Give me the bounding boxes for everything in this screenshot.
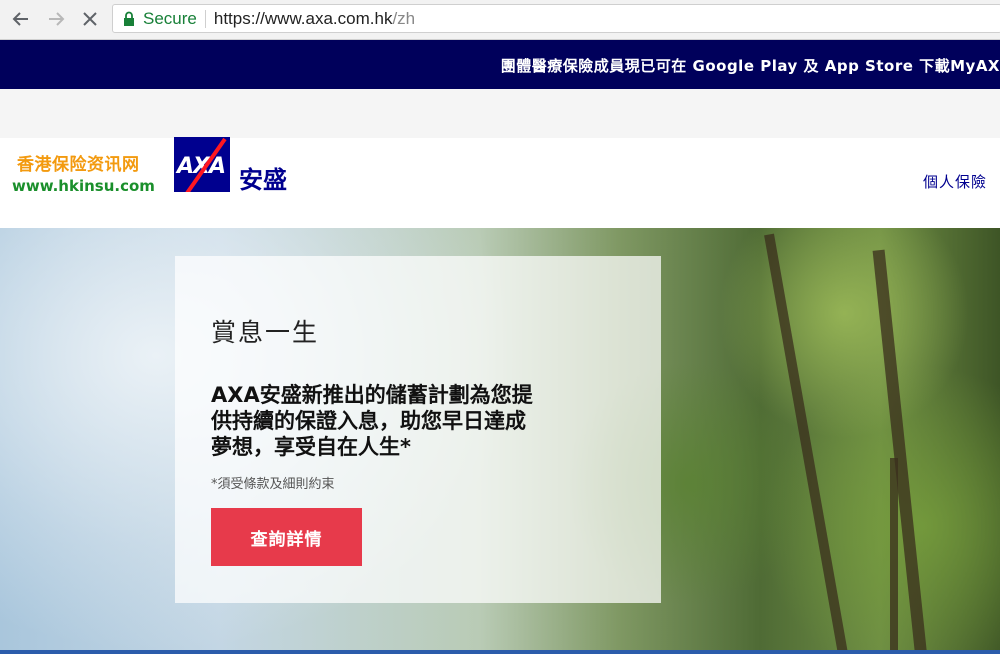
- stop-button[interactable]: [77, 6, 103, 32]
- enquire-button[interactable]: 查詢詳情: [211, 508, 362, 566]
- browser-toolbar: Secure https://www.axa.com.hk/zh: [0, 0, 1000, 40]
- promo-description: AXA安盛新推出的儲蓄計劃為您提 供持續的保證入息，助您早日達成 夢想，享受自在…: [211, 382, 591, 460]
- promo-line: AXA安盛新推出的儲蓄計劃為您提: [211, 383, 533, 407]
- close-icon: [83, 12, 97, 26]
- watermark: 香港保险资讯网 www.hkinsu.com: [12, 150, 164, 195]
- arrow-right-icon: [49, 12, 65, 26]
- secure-label: Secure: [143, 8, 197, 28]
- arrow-left-icon: [12, 12, 28, 26]
- forward-button[interactable]: [43, 6, 69, 32]
- lock-icon: [124, 11, 134, 26]
- tree-trunk: [890, 458, 898, 654]
- watermark-english: www.hkinsu.com: [12, 177, 155, 195]
- site-header: 香港保险资讯网 www.hkinsu.com: [0, 138, 1000, 228]
- back-button[interactable]: [8, 6, 34, 32]
- nav-personal-insurance[interactable]: 個人保險: [923, 171, 987, 192]
- terms-note: *須受條款及細則約束: [211, 477, 335, 492]
- promo-line: 供持續的保證入息，助您早日達成: [211, 409, 526, 433]
- announcement-bar: 團體醫療保險成員現已可在 Google Play 及 App Store 下載M…: [0, 40, 1000, 89]
- watermark-chinese: 香港保险资讯网: [17, 155, 140, 175]
- announcement-text[interactable]: 團體醫療保險成員現已可在 Google Play 及 App Store 下載M…: [501, 55, 1000, 76]
- omnibox-divider: [204, 9, 206, 28]
- address-bar[interactable]: Secure https://www.axa.com.hk/zh: [112, 4, 1000, 33]
- promo-title: 賞息一生: [211, 318, 320, 347]
- url-path: /zh: [392, 8, 416, 28]
- brand-name[interactable]: 安盛: [239, 160, 287, 195]
- url-host: https://www.axa.com.hk: [213, 8, 393, 28]
- axa-logo[interactable]: AXA: [174, 137, 230, 192]
- header-spacer: [0, 89, 1000, 138]
- bottom-border: [0, 650, 1000, 654]
- promo-line: 夢想，享受自在人生*: [211, 435, 411, 459]
